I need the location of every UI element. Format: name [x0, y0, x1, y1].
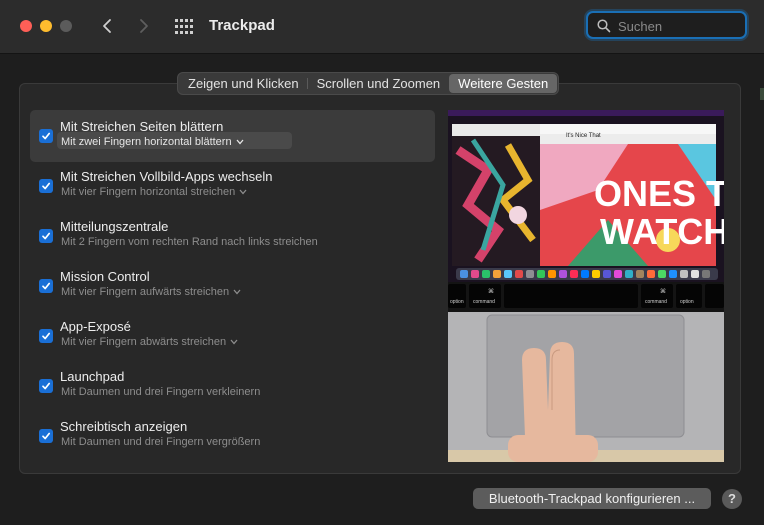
forward-button[interactable] — [133, 14, 155, 38]
checkmark-icon — [42, 432, 51, 440]
gesture-preview-video: ONES T WATCH It's Nice That option comma… — [448, 110, 724, 462]
gesture-menu[interactable]: Mit vier Fingern aufwärts streichen — [61, 286, 241, 298]
checkbox-launchpad[interactable] — [39, 379, 53, 393]
gesture-menu[interactable]: Mit zwei Fingern horizontal blättern — [61, 136, 244, 148]
option-subtitle: Mit 2 Fingern vom rechten Rand nach link… — [61, 236, 318, 248]
checkbox-mitteilungszentrale[interactable] — [39, 229, 53, 243]
option-schreibtisch-anzeigen[interactable]: Schreibtisch anzeigen Mit Daumen und dre… — [30, 410, 435, 462]
tab-weitere-gesten[interactable]: Weitere Gesten — [449, 74, 558, 93]
checkmark-icon — [42, 232, 51, 240]
option-title: Mit Streichen Seiten blättern — [60, 119, 224, 134]
option-title: Launchpad — [60, 369, 125, 384]
tab-bar: Zeigen und Klicken Scrollen und Zoomen W… — [177, 72, 560, 95]
gesture-menu-value: Mit vier Fingern horizontal streichen — [61, 186, 236, 198]
checkbox-seiten-blaettern[interactable] — [39, 129, 53, 143]
checkbox-mission-control[interactable] — [39, 279, 53, 293]
option-title: Mitteilungszentrale — [60, 219, 169, 234]
checkbox-app-expose[interactable] — [39, 329, 53, 343]
tab-scrollen-und-zoomen[interactable]: Scrollen und Zoomen — [308, 74, 450, 93]
key-command-right: command — [645, 299, 667, 305]
back-button[interactable] — [96, 14, 118, 38]
minimize-window-button[interactable] — [40, 20, 52, 32]
option-app-expose[interactable]: App-Exposé Mit vier Fingern abwärts stre… — [30, 310, 435, 362]
chevron-left-icon — [103, 19, 111, 33]
gesture-menu-value: Mit vier Fingern abwärts streichen — [61, 336, 227, 348]
option-vollbild-apps[interactable]: Mit Streichen Vollbild-Apps wechseln Mit… — [30, 160, 435, 212]
gesture-menu[interactable]: Mit vier Fingern abwärts streichen — [61, 336, 238, 348]
checkmark-icon — [42, 332, 51, 340]
gesture-menu-value: Mit vier Fingern aufwärts streichen — [61, 286, 230, 298]
checkmark-icon — [42, 382, 51, 390]
search-field[interactable] — [586, 11, 747, 39]
preview-headline-2: WATCH — [600, 211, 724, 252]
chevron-down-icon — [239, 189, 247, 195]
option-launchpad[interactable]: Launchpad Mit Daumen und drei Fingern ve… — [30, 360, 435, 412]
option-mitteilungszentrale[interactable]: Mitteilungszentrale Mit 2 Fingern vom re… — [30, 210, 435, 262]
gesture-preview-illustration: ONES T WATCH It's Nice That option comma… — [448, 110, 724, 462]
show-all-grid-icon[interactable] — [175, 19, 193, 35]
key-command-left: command — [473, 299, 495, 305]
checkbox-vollbild-apps[interactable] — [39, 179, 53, 193]
chevron-down-icon — [236, 139, 244, 145]
gesture-menu-value: Mit zwei Fingern horizontal blättern — [61, 136, 232, 148]
zoom-window-button[interactable] — [60, 20, 72, 32]
option-title: App-Exposé — [60, 319, 131, 334]
option-mission-control[interactable]: Mission Control Mit vier Fingern aufwärt… — [30, 260, 435, 312]
key-command-symbol-left: ⌘ — [488, 288, 494, 295]
checkmark-icon — [42, 182, 51, 190]
search-icon — [597, 19, 611, 33]
key-option-left: option — [450, 299, 464, 305]
tab-zeigen-und-klicken[interactable]: Zeigen und Klicken — [179, 74, 308, 93]
checkmark-icon — [42, 132, 51, 140]
window-title: Trackpad — [209, 17, 275, 34]
preview-site-name: It's Nice That — [566, 133, 601, 139]
key-option-right: option — [680, 299, 694, 305]
option-title: Schreibtisch anzeigen — [60, 419, 188, 434]
search-input[interactable] — [616, 16, 745, 36]
preview-headline-1: ONES T — [594, 173, 724, 214]
option-title: Mission Control — [60, 269, 150, 284]
option-title: Mit Streichen Vollbild-Apps wechseln — [60, 169, 273, 184]
chevron-down-icon — [230, 339, 238, 345]
option-subtitle: Mit Daumen und drei Fingern vergrößern — [61, 436, 261, 448]
chevron-right-icon — [140, 19, 148, 33]
checkbox-schreibtisch-anzeigen[interactable] — [39, 429, 53, 443]
chevron-down-icon — [233, 289, 241, 295]
close-window-button[interactable] — [20, 20, 32, 32]
option-subtitle: Mit Daumen und drei Fingern verkleinern — [61, 386, 261, 398]
configure-bluetooth-trackpad-button[interactable]: Bluetooth-Trackpad konfigurieren ... — [473, 488, 711, 509]
background-window-edge — [760, 88, 764, 100]
title-bar: Trackpad — [0, 0, 764, 54]
option-seiten-blaettern[interactable]: Mit Streichen Seiten blättern Mit zwei F… — [30, 110, 435, 162]
checkmark-icon — [42, 282, 51, 290]
help-button[interactable]: ? — [722, 489, 742, 509]
gesture-menu[interactable]: Mit vier Fingern horizontal streichen — [61, 186, 247, 198]
key-command-symbol-right: ⌘ — [660, 288, 666, 295]
